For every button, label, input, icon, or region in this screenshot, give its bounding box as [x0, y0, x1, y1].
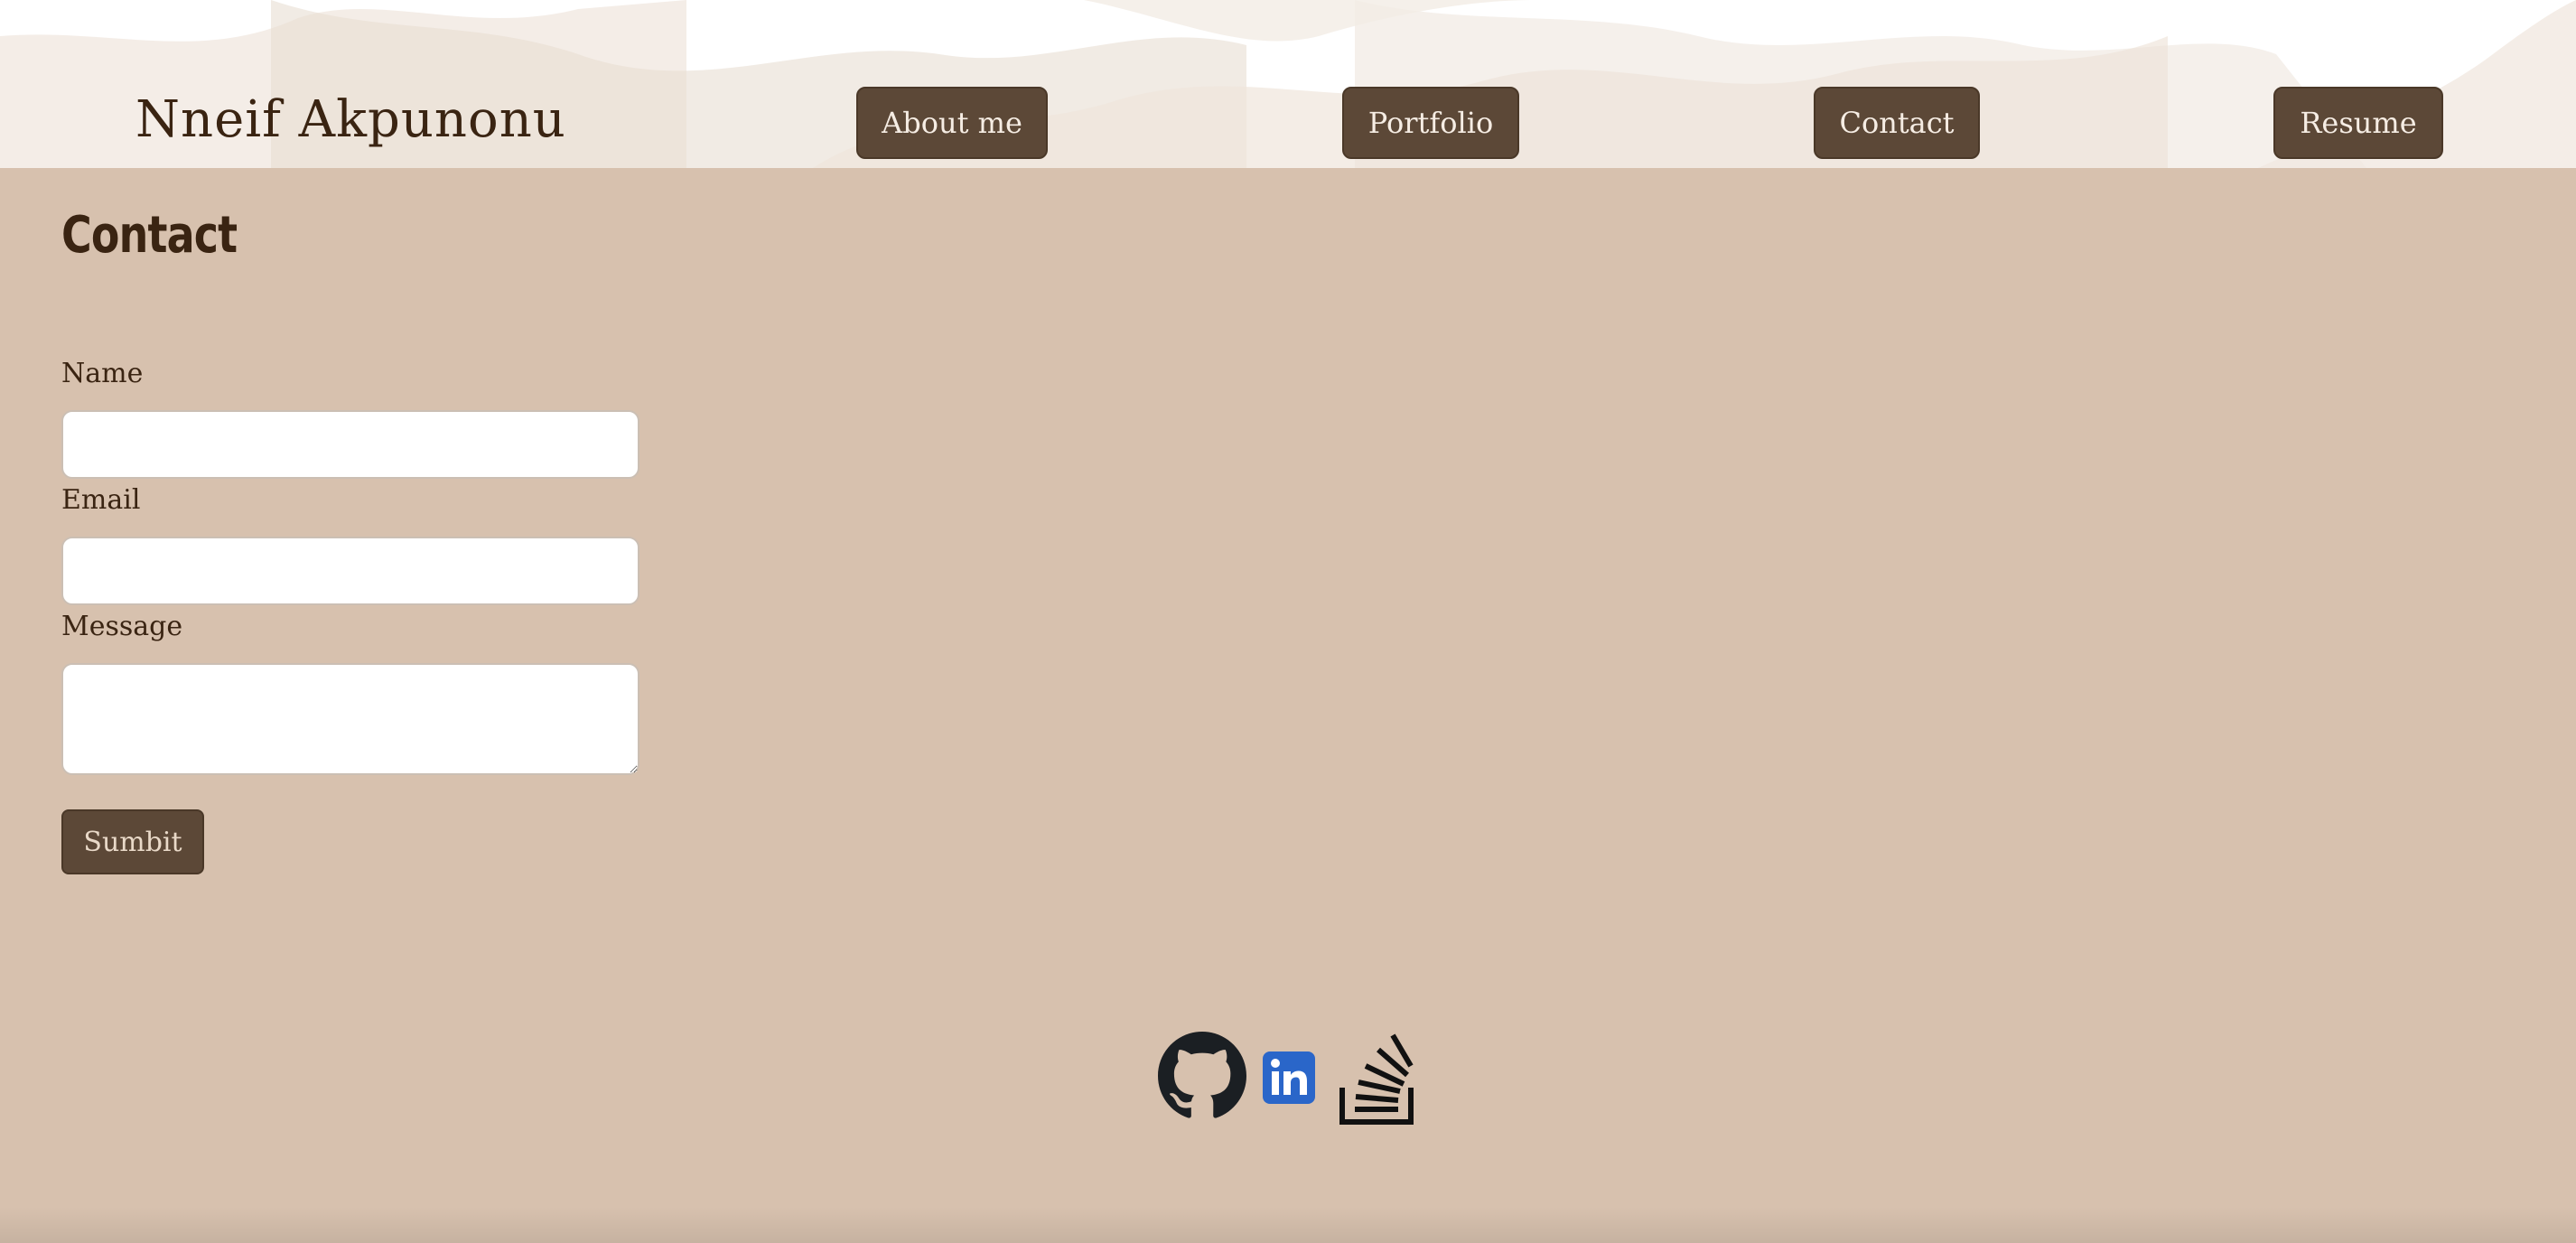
page-title: Contact [61, 206, 238, 265]
linkedin-link[interactable] [1263, 1051, 1315, 1104]
message-label: Message [61, 611, 183, 642]
email-label: Email [61, 484, 141, 516]
github-link[interactable] [1158, 1032, 1246, 1120]
social-links [1158, 1032, 1420, 1126]
name-label: Name [61, 358, 144, 389]
linkedin-icon [1263, 1051, 1315, 1104]
nav-about-button[interactable]: About me [856, 87, 1048, 159]
site-header: Nneif Akpunonu About me Portfolio Contac… [0, 0, 2576, 168]
nav-portfolio-button[interactable]: Portfolio [1342, 87, 1519, 159]
message-field[interactable] [61, 663, 639, 775]
name-field[interactable] [61, 410, 639, 479]
contact-section: Contact Name Email Message Sumbit [0, 168, 2576, 1243]
github-icon [1158, 1032, 1246, 1118]
nav-contact-button[interactable]: Contact [1814, 87, 1980, 159]
site-brand[interactable]: Nneif Akpunonu [135, 90, 566, 149]
stackoverflow-link[interactable] [1337, 1032, 1418, 1126]
submit-button[interactable]: Sumbit [61, 809, 204, 874]
footer-shadow [0, 1207, 2576, 1243]
stackoverflow-icon [1339, 1033, 1414, 1125]
nav-resume-button[interactable]: Resume [2273, 87, 2443, 159]
email-field[interactable] [61, 537, 639, 605]
